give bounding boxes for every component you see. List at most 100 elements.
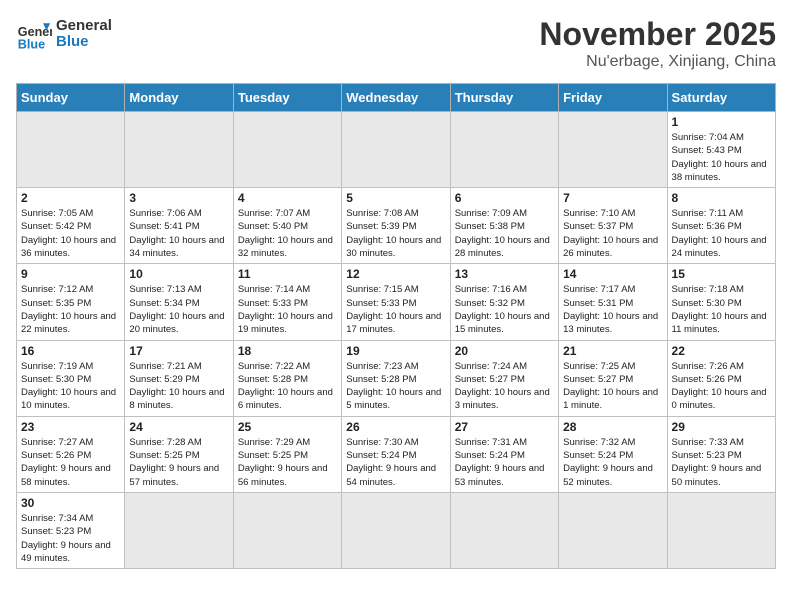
- day-info: Sunrise: 7:14 AM Sunset: 5:33 PM Dayligh…: [238, 283, 337, 336]
- calendar-title: November 2025: [539, 16, 776, 53]
- day-number: 24: [129, 420, 228, 434]
- table-row: 18Sunrise: 7:22 AM Sunset: 5:28 PM Dayli…: [233, 340, 341, 416]
- logo-general: General: [56, 18, 112, 35]
- day-info: Sunrise: 7:15 AM Sunset: 5:33 PM Dayligh…: [346, 283, 445, 336]
- day-info: Sunrise: 7:16 AM Sunset: 5:32 PM Dayligh…: [455, 283, 554, 336]
- table-row: 28 Sunrise: 7:32 AM Sunset: 5:24 PM Dayli…: [559, 416, 667, 492]
- calendar-week-row: 1 Sunrise: 7:04 AM Sunset: 5:43 PM Daylig…: [17, 112, 776, 188]
- day-number: 14: [563, 267, 662, 281]
- day-info: Sunrise: 7:25 AM Sunset: 5:27 PM Dayligh…: [563, 360, 662, 413]
- table-row: 3 Sunrise: 7:06 AM Sunset: 5:41 PM Daylig…: [125, 188, 233, 264]
- day-info: Sunrise: 7:11 AM Sunset: 5:36 PM Dayligh…: [672, 207, 771, 260]
- day-info: Sunrise: 7:33 AM Sunset: 5:23 PM Dayligh…: [672, 436, 771, 489]
- day-info: Sunrise: 7:10 AM Sunset: 5:37 PM Dayligh…: [563, 207, 662, 260]
- table-row: 25Sunrise: 7:29 AM Sunset: 5:25 PM Dayli…: [233, 416, 341, 492]
- day-number: 1: [672, 115, 771, 129]
- day-info: Sunrise: 7:26 AM Sunset: 5:26 PM Dayligh…: [672, 360, 771, 413]
- svg-text:Blue: Blue: [18, 37, 45, 51]
- table-row: 17 Sunrise: 7:21 AM Sunset: 5:29 PM Dayli…: [125, 340, 233, 416]
- table-row: [450, 112, 558, 188]
- day-number: 15: [672, 267, 771, 281]
- day-number: 6: [455, 191, 554, 205]
- table-row: 7Sunrise: 7:10 AM Sunset: 5:37 PM Daylig…: [559, 188, 667, 264]
- table-row: 4 Sunrise: 7:07 AM Sunset: 5:40 PM Daylig…: [233, 188, 341, 264]
- calendar-subtitle: Nu'erbage, Xinjiang, China: [539, 53, 776, 71]
- table-row: 22 Sunrise: 7:26 AM Sunset: 5:26 PM Dayli…: [667, 340, 775, 416]
- day-info: Sunrise: 7:05 AM Sunset: 5:42 PM Dayligh…: [21, 207, 120, 260]
- table-row: 23 Sunrise: 7:27 AM Sunset: 5:26 PM Dayli…: [17, 416, 125, 492]
- calendar-header-row: Sunday Monday Tuesday Wednesday Thursday…: [17, 84, 776, 112]
- day-info: Sunrise: 7:27 AM Sunset: 5:26 PM Dayligh…: [21, 436, 120, 489]
- day-info: Sunrise: 7:30 AM Sunset: 5:24 PM Dayligh…: [346, 436, 445, 489]
- day-info: Sunrise: 7:06 AM Sunset: 5:41 PM Dayligh…: [129, 207, 228, 260]
- table-row: 14Sunrise: 7:17 AM Sunset: 5:31 PM Dayli…: [559, 264, 667, 340]
- calendar-week-row: 16 Sunrise: 7:19 AM Sunset: 5:30 PM Dayli…: [17, 340, 776, 416]
- day-info: Sunrise: 7:32 AM Sunset: 5:24 PM Dayligh…: [563, 436, 662, 489]
- day-info: Sunrise: 7:09 AM Sunset: 5:38 PM Dayligh…: [455, 207, 554, 260]
- day-number: 19: [346, 344, 445, 358]
- day-number: 16: [21, 344, 120, 358]
- table-row: 6 Sunrise: 7:09 AM Sunset: 5:38 PM Daylig…: [450, 188, 558, 264]
- table-row: [667, 492, 775, 568]
- day-number: 25: [238, 420, 337, 434]
- table-row: [125, 492, 233, 568]
- table-row: [17, 112, 125, 188]
- table-row: 12 Sunrise: 7:15 AM Sunset: 5:33 PM Dayli…: [342, 264, 450, 340]
- day-info: Sunrise: 7:04 AM Sunset: 5:43 PM Dayligh…: [672, 131, 771, 184]
- page-header: General Blue General Blue November 2025 …: [16, 16, 776, 71]
- table-row: 29 Sunrise: 7:33 AM Sunset: 5:23 PM Dayli…: [667, 416, 775, 492]
- table-row: 10Sunrise: 7:13 AM Sunset: 5:34 PM Dayli…: [125, 264, 233, 340]
- day-info: Sunrise: 7:24 AM Sunset: 5:27 PM Dayligh…: [455, 360, 554, 413]
- day-info: Sunrise: 7:07 AM Sunset: 5:40 PM Dayligh…: [238, 207, 337, 260]
- day-number: 28: [563, 420, 662, 434]
- calendar-week-row: 9Sunrise: 7:12 AM Sunset: 5:35 PM Daylig…: [17, 264, 776, 340]
- header-wednesday: Wednesday: [342, 84, 450, 112]
- day-number: 27: [455, 420, 554, 434]
- day-info: Sunrise: 7:34 AM Sunset: 5:23 PM Dayligh…: [21, 512, 120, 565]
- day-number: 17: [129, 344, 228, 358]
- day-number: 8: [672, 191, 771, 205]
- table-row: 27Sunrise: 7:31 AM Sunset: 5:24 PM Dayli…: [450, 416, 558, 492]
- table-row: 26 Sunrise: 7:30 AM Sunset: 5:24 PM Dayli…: [342, 416, 450, 492]
- table-row: 15 Sunrise: 7:18 AM Sunset: 5:30 PM Dayli…: [667, 264, 775, 340]
- day-number: 22: [672, 344, 771, 358]
- day-number: 9: [21, 267, 120, 281]
- day-number: 11: [238, 267, 337, 281]
- table-row: 2 Sunrise: 7:05 AM Sunset: 5:42 PM Daylig…: [17, 188, 125, 264]
- calendar-title-area: November 2025 Nu'erbage, Xinjiang, China: [539, 16, 776, 71]
- day-number: 2: [21, 191, 120, 205]
- day-number: 12: [346, 267, 445, 281]
- day-info: Sunrise: 7:28 AM Sunset: 5:25 PM Dayligh…: [129, 436, 228, 489]
- table-row: [125, 112, 233, 188]
- table-row: 16 Sunrise: 7:19 AM Sunset: 5:30 PM Dayli…: [17, 340, 125, 416]
- calendar-table: Sunday Monday Tuesday Wednesday Thursday…: [16, 83, 776, 569]
- day-info: Sunrise: 7:21 AM Sunset: 5:29 PM Dayligh…: [129, 360, 228, 413]
- table-row: 20 Sunrise: 7:24 AM Sunset: 5:27 PM Dayli…: [450, 340, 558, 416]
- table-row: [559, 112, 667, 188]
- table-row: 13 Sunrise: 7:16 AM Sunset: 5:32 PM Dayli…: [450, 264, 558, 340]
- table-row: 24 Sunrise: 7:28 AM Sunset: 5:25 PM Dayli…: [125, 416, 233, 492]
- day-info: Sunrise: 7:18 AM Sunset: 5:30 PM Dayligh…: [672, 283, 771, 336]
- table-row: [342, 112, 450, 188]
- table-row: [450, 492, 558, 568]
- table-row: [559, 492, 667, 568]
- day-number: 29: [672, 420, 771, 434]
- calendar-week-row: 2 Sunrise: 7:05 AM Sunset: 5:42 PM Daylig…: [17, 188, 776, 264]
- day-number: 4: [238, 191, 337, 205]
- calendar-week-row: 30Sunrise: 7:34 AM Sunset: 5:23 PM Dayli…: [17, 492, 776, 568]
- logo-blue: Blue: [56, 34, 112, 51]
- day-number: 13: [455, 267, 554, 281]
- day-number: 23: [21, 420, 120, 434]
- day-info: Sunrise: 7:22 AM Sunset: 5:28 PM Dayligh…: [238, 360, 337, 413]
- day-number: 3: [129, 191, 228, 205]
- day-info: Sunrise: 7:19 AM Sunset: 5:30 PM Dayligh…: [21, 360, 120, 413]
- day-number: 5: [346, 191, 445, 205]
- table-row: [233, 112, 341, 188]
- day-number: 21: [563, 344, 662, 358]
- table-row: 5Sunrise: 7:08 AM Sunset: 5:39 PM Daylig…: [342, 188, 450, 264]
- table-row: [233, 492, 341, 568]
- header-sunday: Sunday: [17, 84, 125, 112]
- day-number: 20: [455, 344, 554, 358]
- day-number: 26: [346, 420, 445, 434]
- header-tuesday: Tuesday: [233, 84, 341, 112]
